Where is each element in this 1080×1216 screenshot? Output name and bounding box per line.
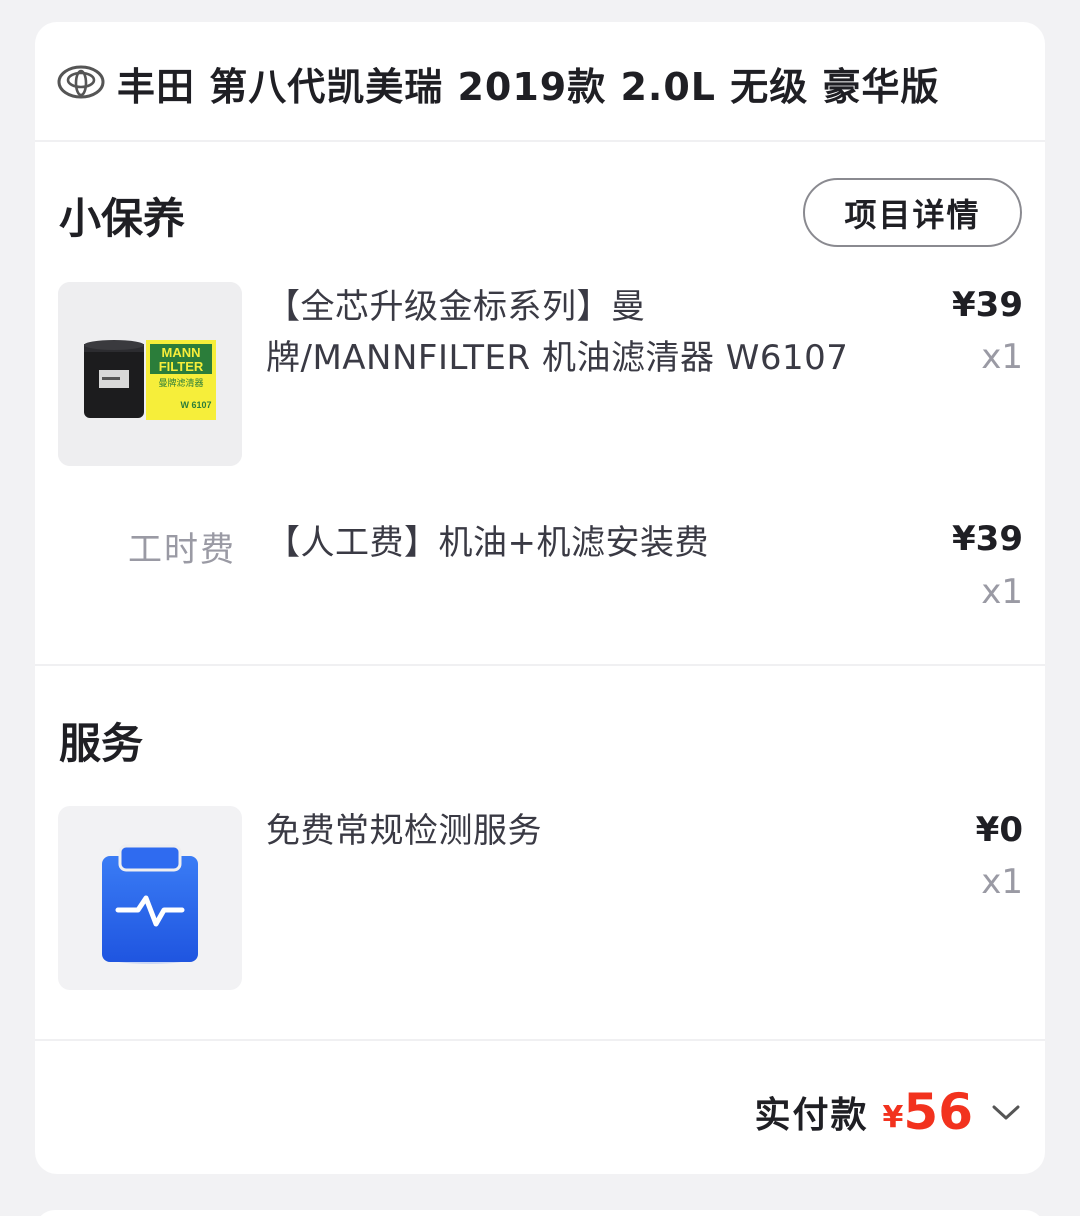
part-price: ¥39 xyxy=(952,285,1023,325)
service-price: ¥0 xyxy=(975,810,1023,850)
total-row: 实付款 ¥ 56 xyxy=(755,1082,1023,1142)
box-model-label: W 6107 xyxy=(180,400,211,410)
divider xyxy=(35,140,1045,142)
box-brand-top: MANN xyxy=(162,345,201,360)
service-quantity: x1 xyxy=(981,862,1023,902)
service-name[interactable]: 免费常规检测服务 xyxy=(266,806,856,857)
labor-quantity: x1 xyxy=(981,572,1023,612)
part-name[interactable]: 【全芯升级金标系列】曼牌/MANNFILTER 机油滤清器 W6107 xyxy=(266,282,856,384)
divider xyxy=(35,664,1045,666)
next-card xyxy=(35,1210,1045,1216)
project-detail-button[interactable]: 项目详情 xyxy=(803,178,1022,247)
divider xyxy=(35,1039,1045,1041)
car-header: 丰田 第八代凯美瑞 2019款 2.0L 无级 豪华版 xyxy=(35,22,1045,142)
chevron-down-icon[interactable] xyxy=(989,1095,1023,1129)
oil-filter-product-image: MANN FILTER 曼牌滤清器 W 6107 xyxy=(58,282,242,466)
labor-price: ¥39 xyxy=(952,519,1023,559)
labor-name: 【人工费】机油+机滤安装费 xyxy=(266,523,709,563)
toyota-logo-icon xyxy=(57,65,105,99)
labor-fee-tag: 工时费 xyxy=(128,530,236,570)
car-model-title: 丰田 第八代凯美瑞 2019款 2.0L 无级 豪华版 xyxy=(117,65,940,109)
total-amount: 56 xyxy=(903,1083,973,1141)
box-chinese-label: 曼牌滤清器 xyxy=(158,377,203,389)
box-brand-bottom: FILTER xyxy=(159,359,204,374)
service-image[interactable] xyxy=(58,806,242,990)
total-currency: ¥ xyxy=(882,1099,904,1135)
clipboard-pulse-icon xyxy=(102,844,198,964)
oil-filter-image[interactable]: MANN FILTER 曼牌滤清器 W 6107 xyxy=(58,282,242,466)
section-title-maintenance: 小保养 xyxy=(59,194,186,243)
total-label: 实付款 xyxy=(754,1095,869,1136)
part-quantity: x1 xyxy=(981,337,1023,377)
order-card: 丰田 第八代凯美瑞 2019款 2.0L 无级 豪华版 小保养 项目详情 MAN… xyxy=(35,22,1045,1174)
section-title-service: 服务 xyxy=(59,719,144,768)
